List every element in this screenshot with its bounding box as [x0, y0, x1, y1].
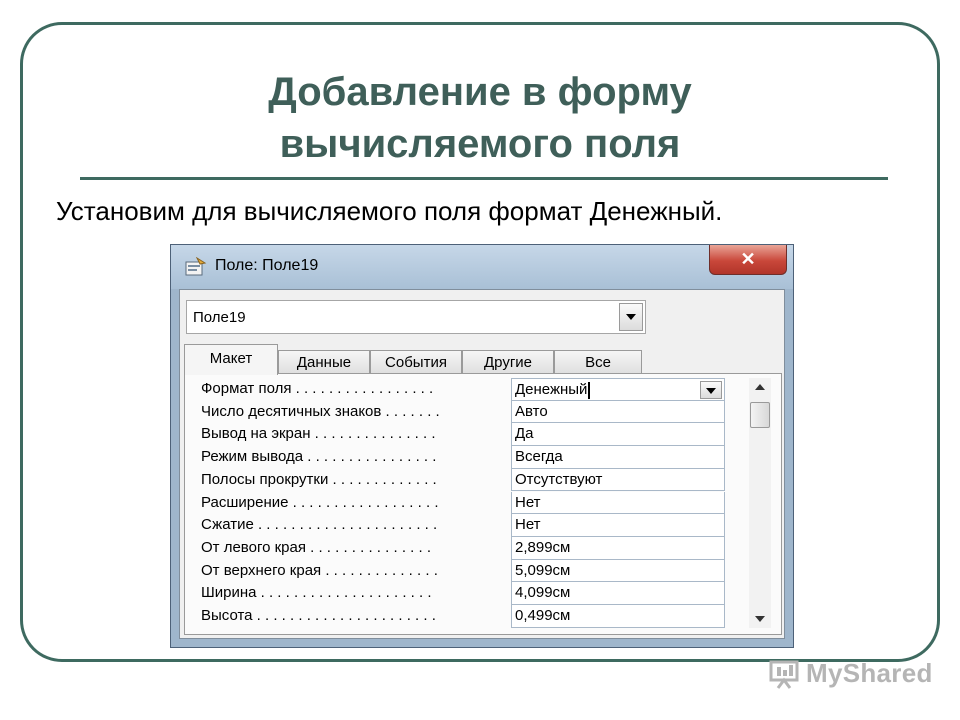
property-label: От левого края . . . . . . . . . . . . .… [201, 538, 431, 556]
tab-layout[interactable]: Макет [184, 344, 278, 375]
myshared-watermark: MyShared [768, 656, 948, 692]
property-value-width[interactable]: 4,099см [511, 582, 725, 605]
property-label: Вывод на экран . . . . . . . . . . . . .… [201, 425, 436, 443]
arrow-up-icon [755, 384, 765, 390]
slide-title-line1: Добавление в форму [268, 70, 692, 114]
property-row-visible: Вывод на экран . . . . . . . . . . . . .… [195, 423, 725, 447]
property-label: Высота . . . . . . . . . . . . . . . . .… [201, 607, 436, 624]
property-label: Режим вывода . . . . . . . . . . . . . .… [201, 448, 437, 466]
property-label: Формат поля . . . . . . . . . . . . . . … [201, 380, 434, 397]
dialog-titlebar[interactable]: Поле: Поле19 ✕ [171, 245, 793, 289]
property-label: Сжатие . . . . . . . . . . . . . . . . .… [201, 516, 438, 534]
property-row-display-mode: Режим вывода . . . . . . . . . . . . . .… [195, 446, 725, 469]
scroll-up-button[interactable] [749, 378, 771, 396]
property-row-decimals: Число десятичных знаков . . . . . . . Ав… [195, 400, 725, 424]
slide-title: Добавление в форму вычисляемого поля [120, 66, 840, 170]
slide-subtitle: Установим для вычисляемого поля формат Д… [56, 196, 723, 226]
layout-tab-panel: Формат поля . . . . . . . . . . . . . . … [184, 373, 782, 635]
property-tabs: Макет Данные События Другие Все [184, 344, 784, 375]
property-row-scrollbars: Полосы прокрутки . . . . . . . . . . . .… [195, 468, 725, 492]
property-value-scrollbars[interactable]: Отсутствуют [511, 468, 725, 492]
close-button[interactable]: ✕ [709, 245, 787, 275]
tab-events-label: События [385, 354, 447, 371]
chevron-down-icon [706, 388, 716, 394]
property-value-height[interactable]: 0,499см [511, 605, 725, 628]
tab-other[interactable]: Другие [462, 350, 554, 374]
form-properties-icon [185, 256, 207, 277]
tab-data[interactable]: Данные [278, 350, 370, 374]
scroll-down-button[interactable] [749, 610, 771, 628]
property-value-text: Денежный [515, 381, 588, 398]
presentation-board-icon [768, 658, 800, 690]
property-value-can-shrink[interactable]: Нет [511, 514, 725, 537]
property-row-can-grow: Расширение . . . . . . . . . . . . . . .… [195, 491, 725, 515]
property-label: Ширина . . . . . . . . . . . . . . . . .… [201, 584, 432, 602]
property-label: Расширение . . . . . . . . . . . . . . .… [201, 493, 439, 511]
property-row-height: Высота . . . . . . . . . . . . . . . . .… [195, 605, 725, 628]
property-row-left: От левого края . . . . . . . . . . . . .… [195, 536, 725, 560]
property-value-visible[interactable]: Да [511, 423, 725, 447]
format-dropdown-button[interactable] [700, 381, 722, 399]
dialog-title: Поле: Поле19 [215, 257, 319, 274]
field-properties-dialog: Поле: Поле19 ✕ Поле19 Макет Данные Событ… [170, 244, 794, 648]
property-label: От верхнего края . . . . . . . . . . . .… [201, 561, 438, 579]
dialog-client-area: Поле19 Макет Данные События Другие Все Ф… [179, 289, 785, 639]
tab-data-label: Данные [296, 354, 352, 371]
object-selector-combo[interactable]: Поле19 [186, 300, 646, 334]
property-label: Число десятичных знаков . . . . . . . [201, 402, 440, 420]
property-label: Полосы прокрутки . . . . . . . . . . . .… [201, 470, 437, 488]
property-value-top[interactable]: 5,099см [511, 559, 725, 583]
object-selector-dropdown-button[interactable] [619, 303, 643, 331]
text-cursor [588, 381, 591, 399]
property-row-format: Формат поля . . . . . . . . . . . . . . … [195, 378, 725, 401]
vertical-scrollbar[interactable] [749, 378, 771, 628]
tab-events[interactable]: События [370, 350, 462, 374]
object-selector-value: Поле19 [193, 309, 246, 326]
slide-title-line2: вычисляемого поля [279, 122, 681, 166]
tab-layout-label: Макет [209, 350, 253, 367]
property-value-can-grow[interactable]: Нет [511, 491, 725, 515]
property-value-format[interactable]: Денежный [511, 378, 725, 401]
chevron-down-icon [626, 314, 636, 320]
close-icon: ✕ [740, 249, 756, 269]
property-row-top: От верхнего края . . . . . . . . . . . .… [195, 559, 725, 583]
scrollbar-thumb[interactable] [750, 402, 770, 428]
property-value-display-mode[interactable]: Всегда [511, 446, 725, 469]
property-row-width: Ширина . . . . . . . . . . . . . . . . .… [195, 582, 725, 605]
watermark-text: MyShared [806, 658, 933, 688]
property-value-left[interactable]: 2,899см [511, 536, 725, 560]
tab-all[interactable]: Все [554, 350, 642, 374]
property-value-decimals[interactable]: Авто [511, 400, 725, 424]
title-divider [80, 177, 888, 180]
arrow-down-icon [755, 616, 765, 622]
property-row-can-shrink: Сжатие . . . . . . . . . . . . . . . . .… [195, 514, 725, 537]
tab-all-label: Все [585, 354, 611, 371]
tab-other-label: Другие [483, 354, 533, 371]
